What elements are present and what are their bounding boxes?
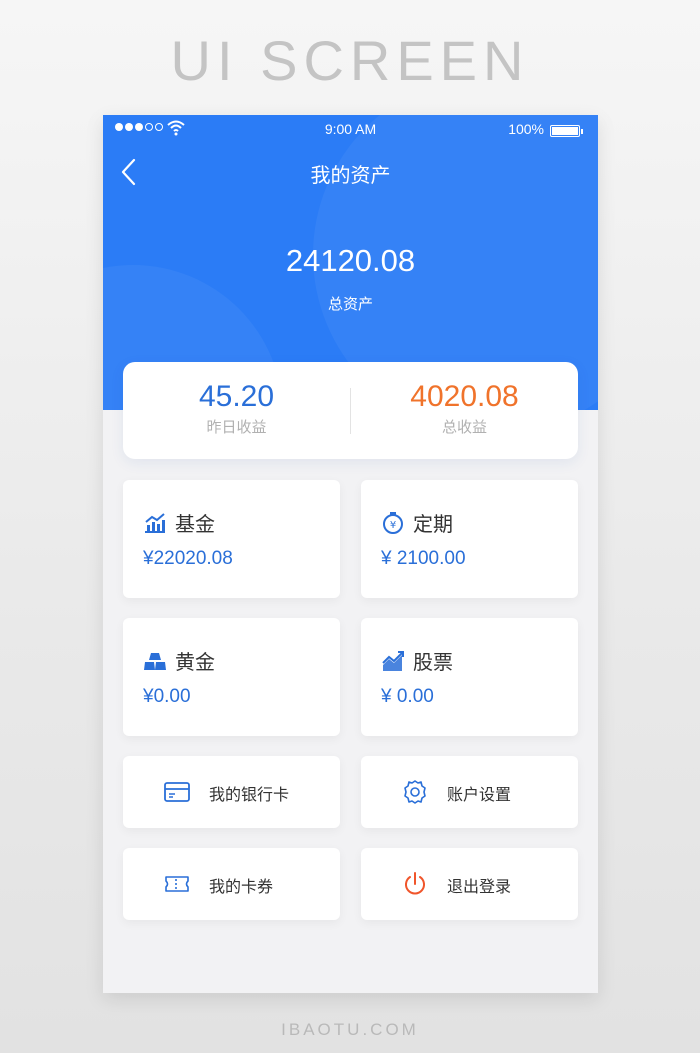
trend-up-icon [382,650,404,671]
battery-percent: 100% [508,121,544,137]
nav-bar: 我的资产 [103,155,598,191]
gold-card[interactable]: 黄金 ¥0.00 [123,618,340,736]
fund-card-name: 基金 [175,512,215,536]
bank-card-menu-label: 我的银行卡 [209,785,290,804]
yesterday-earnings-value: 45.20 [198,380,275,413]
stock-card-amount: ¥ 0.00 [381,686,434,707]
status-bar: 9:00 AM 100% [103,119,598,141]
yesterday-earnings-label: 昨日收益 [206,418,267,436]
banner-title: UI SCREEN [170,29,530,92]
power-icon [405,872,425,895]
account-settings-menu-label: 账户设置 [447,785,512,804]
account-settings-menu-item[interactable]: 账户设置 [361,756,578,828]
svg-text:¥: ¥ [390,520,396,531]
gold-bars-icon [144,652,166,670]
coupon-icon [165,876,189,892]
footer-watermark: IBAOTU.COM [281,1020,419,1039]
earnings-summary: 45.20 昨日收益 4020.08 总收益 [123,362,578,459]
bank-card-icon [164,782,190,802]
total-earnings-value: 4020.08 [410,380,519,413]
fixed-deposit-card[interactable]: ¥ 定期 ¥ 2100.00 [361,480,578,598]
battery-icon [550,125,583,137]
logout-menu-label: 退出登录 [447,877,512,896]
gear-icon [404,780,426,804]
logout-menu-item[interactable]: 退出登录 [361,848,578,920]
total-assets-label: 总资产 [327,295,373,313]
stopwatch-yen-icon: ¥ [383,511,403,534]
coupons-menu-label: 我的卡券 [209,877,274,896]
fund-card[interactable]: 基金 ¥22020.08 [123,480,340,598]
yesterday-earnings: 45.20 昨日收益 [123,362,350,459]
line-chart-icon [145,512,165,533]
stock-card[interactable]: 股票 ¥ 0.00 [361,618,578,736]
fixed-deposit-card-amount: ¥ 2100.00 [381,548,466,569]
total-earnings-label: 总收益 [441,418,487,436]
total-assets-value: 24120.08 [285,243,416,278]
bank-card-menu-item[interactable]: 我的银行卡 [123,756,340,828]
gold-card-amount: ¥0.00 [143,686,191,707]
gold-card-name: 黄金 [175,650,215,674]
total-earnings: 4020.08 总收益 [351,362,578,459]
coupons-menu-item[interactable]: 我的卡券 [123,848,340,920]
stock-card-name: 股票 [413,650,453,674]
phone-screen: 9:00 AM 100% 我的资产 24120.08 总资产 45.20 昨日收… [103,115,598,993]
fund-card-amount: ¥22020.08 [143,548,233,569]
page-title: 我的资产 [310,163,391,187]
fixed-deposit-card-name: 定期 [413,512,453,536]
